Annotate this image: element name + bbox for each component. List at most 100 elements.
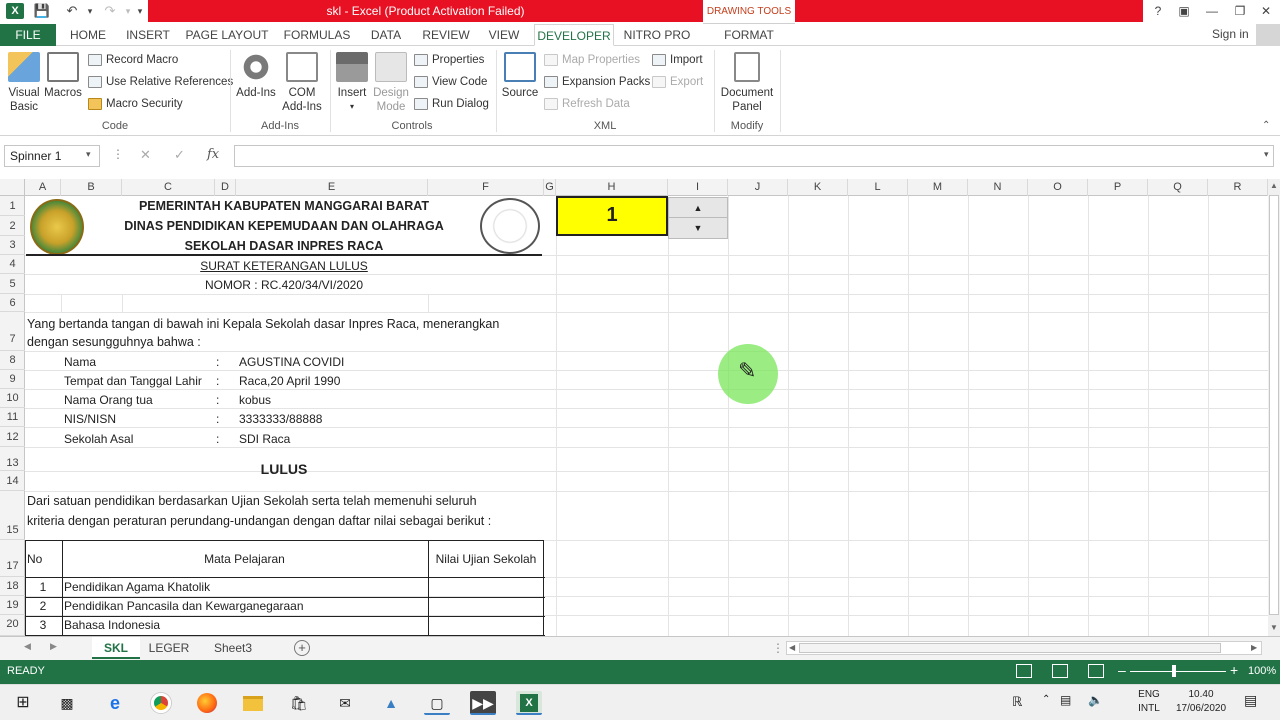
tab-page-layout[interactable]: PAGE LAYOUT: [182, 24, 272, 46]
tab-developer[interactable]: DEVELOPER: [534, 24, 614, 46]
excel-taskbar-icon[interactable]: X: [516, 691, 542, 715]
scroll-right-icon[interactable]: ▶: [1251, 643, 1257, 652]
app-icon[interactable]: ▲: [378, 691, 404, 715]
spinner-control[interactable]: ▲ ▼: [668, 197, 728, 239]
scroll-down-icon[interactable]: ▼: [1270, 623, 1278, 632]
file-explorer-icon[interactable]: [240, 691, 266, 715]
source-button[interactable]: Source: [500, 52, 540, 100]
column-header[interactable]: B: [61, 179, 122, 196]
next-sheet-icon[interactable]: ▶: [50, 641, 57, 652]
horizontal-scrollbar[interactable]: ◀ ▶: [786, 641, 1262, 655]
firefox-icon[interactable]: [194, 691, 220, 715]
record-macro-button[interactable]: Record Macro: [88, 50, 178, 70]
use-relative-references-button[interactable]: Use Relative References: [88, 72, 233, 92]
run-dialog-button[interactable]: Run Dialog: [414, 94, 489, 114]
column-header[interactable]: P: [1088, 179, 1148, 196]
tab-format[interactable]: FORMAT: [712, 24, 786, 46]
macros-button[interactable]: Macros: [44, 52, 82, 100]
restore-icon[interactable]: ❐: [1228, 2, 1252, 20]
column-header[interactable]: R: [1208, 179, 1268, 196]
notifications-icon[interactable]: ▤: [1244, 692, 1257, 709]
volume-icon[interactable]: 🔈: [1088, 693, 1103, 707]
close-icon[interactable]: ✕: [1254, 2, 1278, 20]
spinner-up-button[interactable]: ▲: [669, 198, 727, 218]
column-header[interactable]: O: [1028, 179, 1088, 196]
expansion-packs-button[interactable]: Expansion Packs: [544, 72, 650, 92]
enter-icon[interactable]: ✓: [174, 147, 185, 163]
tab-review[interactable]: REVIEW: [418, 24, 474, 46]
page-layout-view-icon[interactable]: [1052, 664, 1068, 678]
column-header[interactable]: C: [122, 179, 215, 196]
tab-home[interactable]: HOME: [62, 24, 114, 46]
column-header[interactable]: M: [908, 179, 968, 196]
undo-dropdown-icon[interactable]: ▾: [80, 2, 100, 20]
tab-file[interactable]: FILE: [0, 24, 56, 46]
add-sheet-icon[interactable]: +: [294, 640, 310, 656]
normal-view-icon[interactable]: [1016, 664, 1032, 678]
tab-view[interactable]: VIEW: [482, 24, 526, 46]
column-header[interactable]: K: [788, 179, 848, 196]
view-code-button[interactable]: View Code: [414, 72, 487, 92]
zoom-in-icon[interactable]: +: [1230, 662, 1238, 678]
scroll-thumb[interactable]: [1269, 195, 1279, 615]
media-app-icon[interactable]: ▶▶: [470, 691, 496, 715]
tab-insert[interactable]: INSERT: [122, 24, 174, 46]
save-icon[interactable]: 💾: [32, 2, 52, 20]
column-header[interactable]: G: [544, 179, 556, 196]
zoom-slider-thumb[interactable]: [1172, 665, 1176, 677]
page-break-view-icon[interactable]: [1088, 664, 1104, 678]
sheet-tab-sheet3[interactable]: Sheet3: [206, 637, 260, 659]
expand-formula-bar-icon[interactable]: ▾: [1264, 149, 1269, 160]
people-icon[interactable]: ℝ: [1012, 694, 1022, 710]
select-all-corner[interactable]: [0, 179, 25, 196]
redo-icon[interactable]: ↷: [100, 2, 120, 20]
windows-start-icon[interactable]: ⊞: [10, 691, 36, 715]
tab-nitro-pro[interactable]: NITRO PRO: [620, 24, 694, 46]
tab-formulas[interactable]: FORMULAS: [280, 24, 354, 46]
clock[interactable]: 10.40 17/06/2020: [1170, 688, 1232, 716]
chrome-icon[interactable]: [148, 691, 174, 715]
com-add-ins-button[interactable]: COM Add-Ins: [280, 52, 324, 114]
undo-icon[interactable]: ↶: [62, 2, 82, 20]
network-icon[interactable]: ▤: [1060, 693, 1071, 707]
collapse-ribbon-chevron-icon[interactable]: ⌃: [1262, 120, 1270, 131]
window-app-icon[interactable]: ▢: [424, 691, 450, 715]
column-header[interactable]: I: [668, 179, 728, 196]
cancel-icon[interactable]: ✕: [140, 147, 151, 163]
properties-button[interactable]: Properties: [414, 50, 484, 70]
map-properties-button[interactable]: Map Properties: [544, 50, 640, 70]
zoom-level[interactable]: 100%: [1248, 665, 1276, 677]
column-header[interactable]: E: [236, 179, 428, 196]
store-icon[interactable]: 🛍: [286, 691, 312, 715]
customize-qat-icon[interactable]: ▾: [134, 2, 146, 20]
tab-split-handle[interactable]: ⋮: [772, 641, 784, 655]
visual-basic-button[interactable]: Visual Basic: [4, 52, 44, 114]
formula-input[interactable]: [234, 145, 1274, 167]
document-panel-button[interactable]: Document Panel: [718, 52, 776, 114]
excel-icon[interactable]: X: [6, 3, 24, 19]
tab-data[interactable]: DATA: [362, 24, 410, 46]
name-box-dropdown-icon[interactable]: ▾: [86, 149, 91, 160]
scroll-up-icon[interactable]: ▲: [1270, 181, 1278, 190]
help-icon[interactable]: ?: [1146, 2, 1170, 20]
column-header[interactable]: F: [428, 179, 544, 196]
ribbon-display-icon[interactable]: ▣: [1172, 2, 1196, 20]
h-scroll-thumb[interactable]: [799, 643, 1221, 653]
spinner-down-button[interactable]: ▼: [669, 218, 727, 238]
column-header[interactable]: L: [848, 179, 908, 196]
zoom-slider-track[interactable]: [1130, 671, 1226, 672]
vertical-scrollbar[interactable]: ▲ ▼: [1268, 179, 1280, 636]
zoom-out-icon[interactable]: –: [1118, 662, 1126, 678]
column-header[interactable]: J: [728, 179, 788, 196]
export-button[interactable]: Export: [652, 72, 703, 92]
column-header[interactable]: N: [968, 179, 1028, 196]
macro-security-button[interactable]: Macro Security: [88, 94, 183, 114]
insert-function-icon[interactable]: fx: [207, 147, 219, 162]
design-mode-button[interactable]: Design Mode: [372, 52, 410, 114]
refresh-data-button[interactable]: Refresh Data: [544, 94, 630, 114]
column-header[interactable]: Q: [1148, 179, 1208, 196]
edge-icon[interactable]: e: [102, 691, 128, 715]
column-header[interactable]: A: [25, 179, 61, 196]
sign-in-link[interactable]: Sign in: [1212, 27, 1249, 41]
show-hidden-icons-icon[interactable]: ⌃: [1042, 694, 1050, 705]
